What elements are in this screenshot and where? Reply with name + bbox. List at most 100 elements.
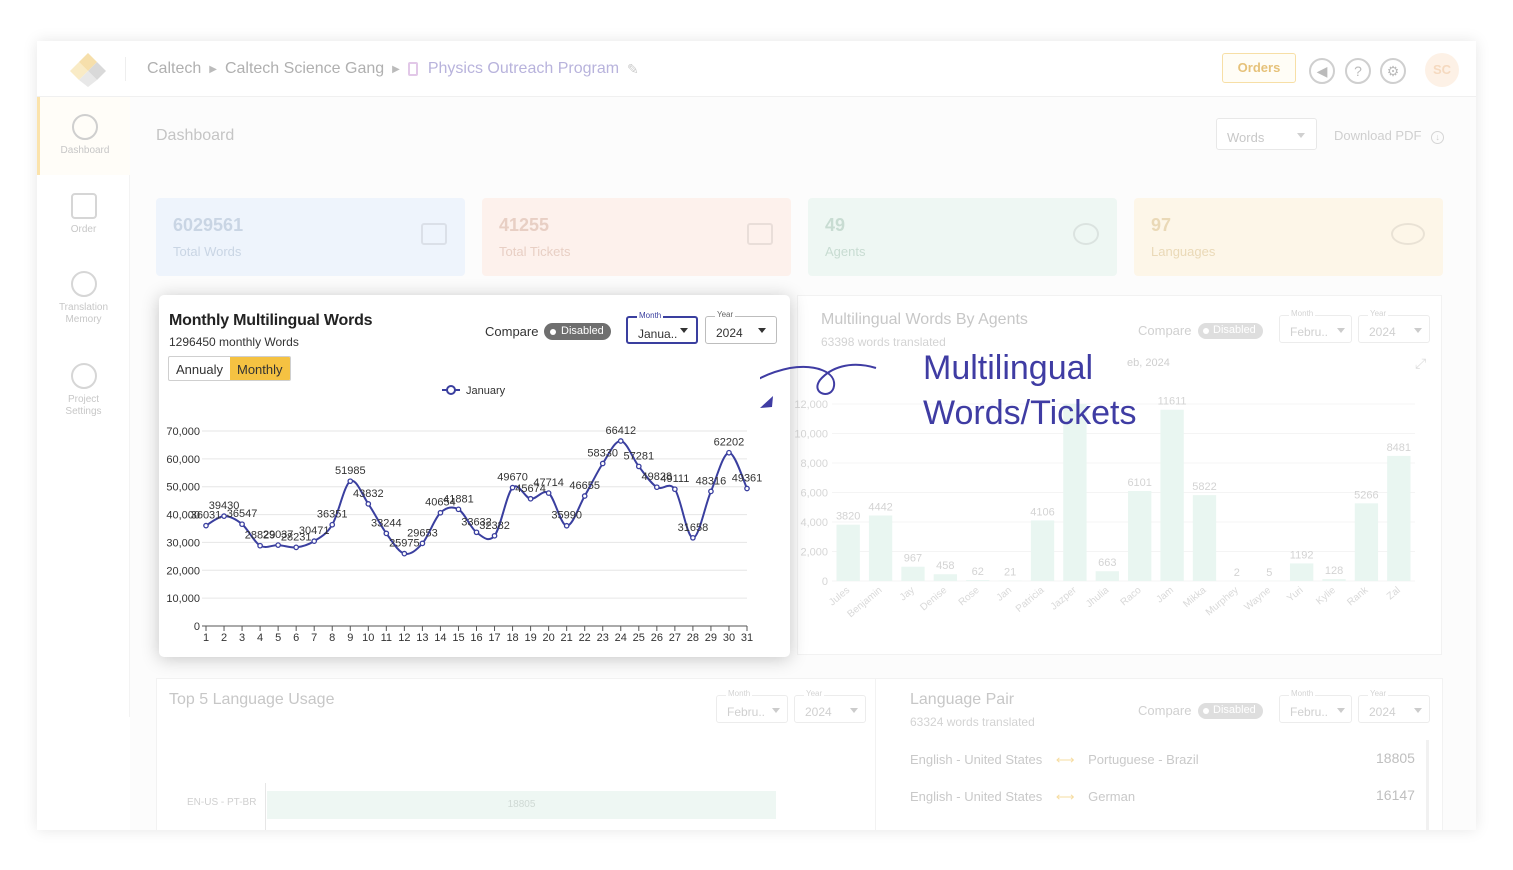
data-point <box>617 438 624 444</box>
data-point <box>437 509 444 516</box>
category-label: Jay <box>898 585 917 603</box>
data-label: 35990 <box>551 510 582 522</box>
select-floating-label: Month <box>726 689 753 698</box>
bar <box>1128 491 1152 581</box>
compare-label: Compare <box>1138 703 1192 718</box>
compare-toggle[interactable]: Disabled <box>1198 703 1263 719</box>
top5-year-select[interactable]: Year 2024 <box>794 689 866 723</box>
category-label: Jhulia <box>1084 585 1111 611</box>
bar <box>1387 455 1411 581</box>
y-tick-label: 20,000 <box>166 565 200 577</box>
category-label: Mikka <box>1181 585 1208 610</box>
bar <box>868 515 893 581</box>
annotation-line-1: Multilingual <box>923 349 1094 387</box>
bar <box>933 574 958 581</box>
bar <box>1322 579 1346 581</box>
data-label: 51985 <box>335 465 366 477</box>
x-tick-label: 4 <box>257 632 263 644</box>
y-tick-label: 4,000 <box>800 517 828 529</box>
select-value: Febru.. <box>1290 705 1329 719</box>
bar-value-label: 11611 <box>1158 396 1187 408</box>
category-label: Murphey <box>1204 585 1241 618</box>
category-label: Raco <box>1119 585 1144 609</box>
data-point <box>365 501 372 507</box>
top5-row-label: EN-US - PT-BR <box>187 797 257 808</box>
category-label: Kylie <box>1314 585 1338 608</box>
category-label: Wayne <box>1243 585 1274 613</box>
monthly-line-chart: 010,00020,00030,00040,00050,00060,00070,… <box>166 385 763 644</box>
top5-panel-title: Top 5 Language Usage <box>169 691 335 708</box>
category-label: Patricia <box>1014 585 1047 615</box>
data-label: 46655 <box>569 480 600 492</box>
x-tick-label: 18 <box>506 632 518 644</box>
x-tick-label: 1 <box>203 632 209 644</box>
data-label: 36351 <box>317 509 348 521</box>
data-point <box>203 522 209 529</box>
pair-source: English - United States <box>910 752 1043 767</box>
category-label: Jazper <box>1049 584 1080 612</box>
data-label: 49361 <box>732 472 763 484</box>
data-point <box>527 495 534 502</box>
x-tick-label: 31 <box>741 632 753 644</box>
data-point <box>708 488 714 495</box>
bar-value-label: 3820 <box>836 511 860 523</box>
x-tick-label: 21 <box>561 632 573 644</box>
data-point <box>473 529 480 536</box>
swap-arrows-icon: ⟷ <box>1055 789 1075 804</box>
x-tick-label: 14 <box>434 632 446 644</box>
y-tick-label: 60,000 <box>166 454 200 466</box>
chevron-down-icon <box>1414 708 1422 713</box>
top5-month-select[interactable]: Month Febru.. <box>716 689 788 723</box>
pair-value: 16147 <box>1376 787 1415 803</box>
pair-year-select[interactable]: Year 2024 <box>1358 689 1430 723</box>
pair-scrollbar[interactable] <box>1426 740 1429 830</box>
bar <box>836 524 860 581</box>
data-point <box>419 540 426 547</box>
category-label: Zal <box>1385 585 1403 602</box>
data-label: 30471 <box>299 525 330 537</box>
language-pair-row: English - United States ⟷ German <box>910 789 1135 805</box>
x-tick-label: 24 <box>615 632 627 644</box>
category-label: Rose <box>957 585 982 609</box>
bar-value-label: 1192 <box>1290 549 1314 561</box>
data-label: 32382 <box>479 520 510 532</box>
language-pair-title: Language Pair <box>910 691 1015 708</box>
chart-legend: January <box>442 385 506 397</box>
bar <box>1354 503 1379 581</box>
category-label: Denise <box>918 585 949 614</box>
bar <box>901 566 925 581</box>
x-tick-label: 20 <box>543 632 555 644</box>
swap-arrows-icon: ⟷ <box>1055 752 1075 767</box>
data-label: 41881 <box>443 493 474 505</box>
select-value: 2024 <box>1369 705 1396 719</box>
x-tick-label: 11 <box>381 632 392 644</box>
select-value: 2024 <box>805 705 832 719</box>
data-point <box>455 506 462 513</box>
bar-value-label: 663 <box>1098 557 1116 569</box>
data-point <box>221 513 227 520</box>
x-tick-label: 6 <box>293 632 299 644</box>
data-point <box>383 530 390 537</box>
monthly-words-card: Monthly Multilingual Words 1296450 month… <box>159 295 790 657</box>
bar-value-label: 128 <box>1325 565 1343 577</box>
data-point <box>726 449 732 456</box>
x-tick-label: 25 <box>633 632 645 644</box>
data-label: 43832 <box>353 488 384 500</box>
pair-source: English - United States <box>910 789 1043 804</box>
bar-value-label: 6101 <box>1127 477 1151 489</box>
x-tick-label: 27 <box>669 632 681 644</box>
data-label: 62202 <box>714 437 745 449</box>
data-point <box>672 486 678 493</box>
data-label: 49111 <box>660 473 689 485</box>
top5-bar-value: 18805 <box>507 799 536 810</box>
annotation-arrow-icon <box>760 363 877 408</box>
data-point <box>563 522 570 529</box>
x-tick-label: 10 <box>362 632 374 644</box>
data-point <box>347 478 354 485</box>
x-tick-label: 30 <box>723 632 735 644</box>
x-tick-label: 15 <box>452 632 464 644</box>
pair-month-select[interactable]: Month Febru.. <box>1279 689 1352 723</box>
bar-value-label: 458 <box>936 560 954 572</box>
top5-bar: 18805 <box>267 791 776 819</box>
data-label: 36547 <box>227 508 258 520</box>
